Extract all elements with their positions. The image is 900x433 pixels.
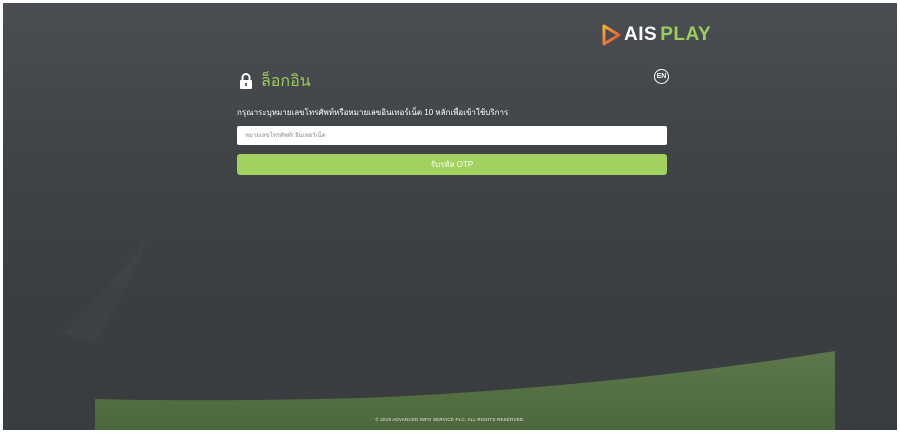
play-triangle-icon	[602, 24, 621, 46]
page-title: ล็อกอิน	[261, 73, 311, 90]
lock-icon	[240, 73, 252, 89]
background-decoration	[63, 223, 835, 430]
brand-name-play: PLAY	[660, 24, 712, 45]
brand-name-ais: AIS	[624, 24, 658, 45]
request-otp-button[interactable]: รับรหัส OTP	[237, 154, 667, 175]
login-heading: ล็อกอิน	[239, 69, 311, 94]
copyright-footer: © 2019 ADVANCED INFO SERVICE PLC. ALL RI…	[375, 417, 525, 422]
login-instruction: กรุณาระบุหมายเลขโทรศัพท์หรือหมายเลขอินเท…	[237, 108, 509, 117]
language-toggle-button[interactable]: EN	[654, 69, 669, 84]
brand-logo: AIS PLAY	[601, 24, 711, 46]
phone-number-input[interactable]	[237, 126, 667, 145]
login-page: AIS PLAY ล็อกอิน EN กรุณาระบุหมายเลขโทรศั…	[3, 3, 897, 430]
